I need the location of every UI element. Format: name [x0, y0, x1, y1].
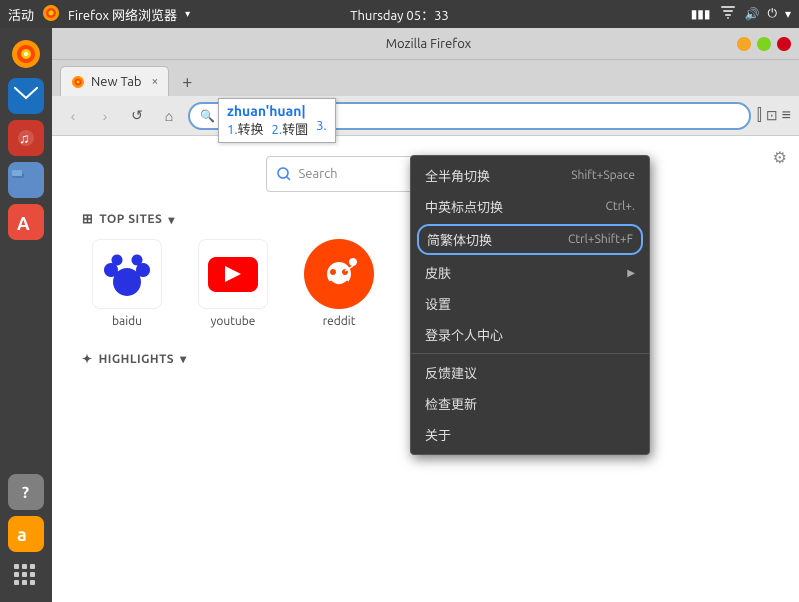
taskbar-right: ▮▮▮ 🔊 ⏻ ▾ [691, 6, 791, 23]
top-sites-label: TOP SITES [99, 213, 162, 226]
title-bar: Mozilla Firefox [52, 28, 799, 60]
ctx-item-update[interactable]: 检查更新 [411, 388, 649, 419]
site-icon-youtube [198, 239, 268, 309]
nav-icons-right: ⫿ ⊡ ≡ [757, 106, 791, 125]
tab-label: New Tab [91, 75, 142, 89]
ctx-divider [411, 353, 649, 354]
close-button[interactable] [777, 37, 791, 51]
site-icon-reddit [304, 239, 374, 309]
ctx-item-settings[interactable]: 设置 [411, 288, 649, 319]
power-icon: ⏻ [767, 7, 777, 21]
ctx-label-settings: 设置 [425, 294, 451, 313]
ctx-item-feedback[interactable]: 反馈建议 [411, 357, 649, 388]
settings-gear-icon[interactable]: ⚙ [773, 148, 787, 167]
ctx-label-login: 登录个人中心 [425, 325, 503, 344]
tab-favicon [71, 75, 85, 89]
svg-text:a: a [17, 525, 27, 545]
highlights-label: HIGHLIGHTS [99, 353, 175, 366]
svg-text:♫: ♫ [19, 130, 30, 146]
window-title: Mozilla Firefox [120, 37, 737, 51]
network-icon [719, 6, 737, 23]
app-name-label[interactable]: Firefox 网络浏览器 [68, 5, 177, 24]
ime-input-text: zhuan'huan| [227, 103, 327, 119]
reload-button[interactable]: ↺ [124, 103, 150, 129]
ctx-shortcut-punctuation: Ctrl+. [606, 200, 635, 213]
ctx-item-punctuation[interactable]: 中英标点切换 Ctrl+. [411, 191, 649, 222]
ime-candidate-3[interactable]: 3. [316, 119, 327, 138]
ctx-label-skin: 皮肤 [425, 263, 451, 282]
bookmarks-icon[interactable]: ⫿ [757, 106, 762, 125]
ime-candidate-1[interactable]: 1.转换 [227, 119, 264, 138]
site-label-baidu: baidu [112, 315, 142, 328]
site-label-reddit: reddit [323, 315, 356, 328]
svg-text:?: ? [22, 484, 29, 502]
sidebar-item-apps[interactable] [8, 558, 44, 594]
taskbar-datetime: Thursday 05：33 [350, 5, 449, 24]
ctx-item-fullhalf[interactable]: 全半角切换 Shift+Space [411, 160, 649, 191]
sidebar-item-files[interactable] [8, 162, 44, 198]
ime-cursor: | [301, 103, 305, 119]
firefox-taskbar-icon[interactable] [42, 4, 60, 25]
minimize-button[interactable] [737, 37, 751, 51]
search-placeholder: Search [299, 167, 338, 181]
tab-newtab[interactable]: New Tab × [60, 66, 169, 96]
ctx-item-about[interactable]: 关于 [411, 419, 649, 450]
app-arrow-icon[interactable]: ▾ [185, 8, 190, 20]
volume-icon: 🔊 [745, 7, 760, 21]
sidebar-item-firefox[interactable] [8, 36, 44, 72]
ctx-label-simp-trad: 简繁体切换 [427, 230, 492, 249]
ime-candidate-2[interactable]: 2.转圜 [272, 119, 309, 138]
maximize-button[interactable] [757, 37, 771, 51]
battery-indicator: ▮▮▮ [691, 7, 711, 21]
search-icon: 🔍 [200, 109, 215, 123]
ctx-label-fullhalf: 全半角切换 [425, 166, 490, 185]
ctx-shortcut-fullhalf: Shift+Space [571, 169, 635, 182]
context-menu: 全半角切换 Shift+Space 中英标点切换 Ctrl+. 简繁体切换 Ct… [410, 155, 650, 455]
ime-candidates[interactable]: 1.转换 2.转圜 3. [227, 119, 327, 138]
forward-button[interactable]: › [92, 103, 118, 129]
search-bar-icon [277, 167, 291, 181]
sidebar: ♫ A ? a [0, 28, 52, 602]
sidebar-item-music[interactable]: ♫ [8, 120, 44, 156]
svg-text:A: A [17, 214, 30, 234]
nav-bar: ‹ › ↺ ⌂ 🔍 zhuanhuan ⫿ ⊡ ≡ [52, 96, 799, 136]
site-label-youtube: youtube [211, 315, 256, 328]
taskbar-left: 活动 Firefox 网络浏览器 ▾ [8, 4, 190, 25]
top-sites-chevron[interactable]: ▾ [168, 213, 175, 227]
sidebar-item-mail[interactable] [8, 78, 44, 114]
os-taskbar: 活动 Firefox 网络浏览器 ▾ Thursday 05：33 ▮▮▮ 🔊 … [0, 0, 799, 28]
ctx-label-update: 检查更新 [425, 394, 477, 413]
tray-arrow[interactable]: ▾ [785, 7, 791, 21]
sidebar-item-font[interactable]: A [8, 204, 44, 240]
site-item-baidu[interactable]: baidu [82, 239, 172, 328]
ctx-item-login[interactable]: 登录个人中心 [411, 319, 649, 350]
ctx-arrow-skin: ▶ [627, 267, 635, 279]
site-icon-baidu [92, 239, 162, 309]
highlights-icon: ✦ [82, 352, 93, 366]
ctx-label-punctuation: 中英标点切换 [425, 197, 503, 216]
ctx-label-about: 关于 [425, 425, 451, 444]
ctx-item-simp-trad[interactable]: 简繁体切换 Ctrl+Shift+F [417, 224, 643, 255]
ctx-label-feedback: 反馈建议 [425, 363, 477, 382]
tab-close-button[interactable]: × [152, 75, 159, 88]
top-sites-icon: ⊞ [82, 212, 93, 227]
back-button[interactable]: ‹ [60, 103, 86, 129]
site-item-reddit[interactable]: reddit [294, 239, 384, 328]
window-controls [737, 37, 791, 51]
tab-bar: New Tab × + [52, 60, 799, 96]
highlights-chevron[interactable]: ▾ [180, 352, 187, 366]
site-item-youtube[interactable]: youtube [188, 239, 278, 328]
menu-icon[interactable]: ≡ [782, 106, 791, 125]
ctx-item-skin[interactable]: 皮肤 ▶ [411, 257, 649, 288]
sidebar-item-help[interactable]: ? [8, 474, 44, 510]
sidebar-item-amazon[interactable]: a [8, 516, 44, 552]
ime-suggestion-box: zhuan'huan| 1.转换 2.转圜 3. [218, 98, 336, 143]
sync-icon[interactable]: ⊡ [766, 107, 778, 124]
new-tab-button[interactable]: + [173, 68, 201, 96]
ctx-shortcut-simp-trad: Ctrl+Shift+F [568, 233, 633, 246]
activities-label[interactable]: 活动 [8, 5, 34, 24]
home-button[interactable]: ⌂ [156, 103, 182, 129]
